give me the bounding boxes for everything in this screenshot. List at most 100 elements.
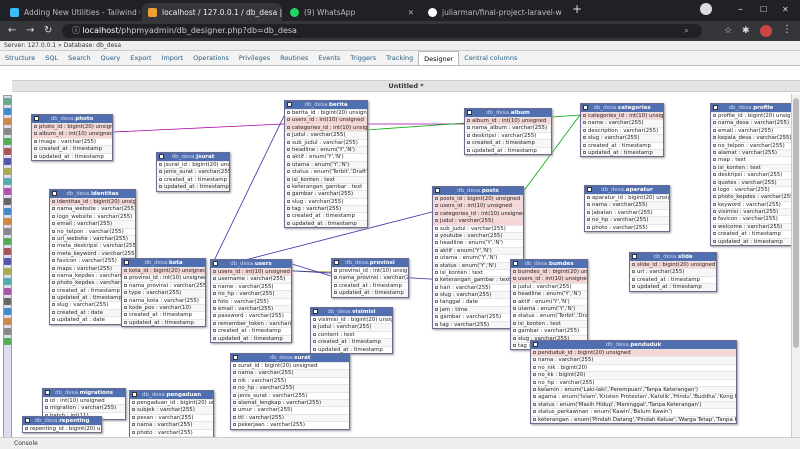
table-column[interactable]: aktif : enum('Y','N') [285,153,367,160]
table-checkbox-icon[interactable] [52,191,57,196]
table-header[interactable]: db_desa.provinsi [332,259,408,267]
back-icon[interactable]: ← [8,24,16,38]
menu-tab-events[interactable]: Events [313,51,345,65]
table-album[interactable]: db_desa.album album_id : int(10) unsigned… [464,108,552,155]
table-column[interactable]: kelamin : enum('Laki-laki','Perempuan','… [531,385,736,394]
table-header[interactable]: db_desa.migrations [43,389,125,397]
table-column[interactable]: kota_id : bigint(20) unsigned [122,267,205,275]
table-column[interactable]: album_id : int(10) unsigned [32,130,112,138]
table-checkbox-icon[interactable] [334,260,339,265]
table-column[interactable]: visimisi_id : bigint(20) unsigned [311,316,392,323]
bookmark-star-icon[interactable]: ☆ [724,24,732,38]
designer-tool-icon[interactable] [4,288,11,295]
menu-tab-operations[interactable]: Operations [188,51,234,65]
table-column[interactable]: nama : varchar(255) [585,201,669,209]
table-column[interactable]: profile_id : bigint(20) unsigned [711,112,791,119]
table-column[interactable]: pengaduan_id : bigint(20) unsigned [130,399,213,406]
designer-tool-icon[interactable] [4,108,11,115]
table-column[interactable]: users_id : int(10) unsigned [285,116,367,124]
designer-tool-icon[interactable] [4,298,11,305]
table-column[interactable]: nama_website : varchar(255) [50,205,135,213]
close-icon[interactable]: ✕ [402,8,414,17]
table-visimisi[interactable]: db_desa.visimisi visimisi_id : bigint(20)… [310,307,393,354]
table-column[interactable]: description : varchar(255) [581,126,663,134]
table-slide[interactable]: db_desa.slide slide_id : bigint(20) unsig… [629,252,717,292]
table-column[interactable]: created_at : timestamp [285,212,367,219]
designer-tool-icon[interactable] [4,268,11,275]
table-column[interactable]: jabatan : varchar(255) [585,208,669,216]
table-column[interactable]: name : varchar(255) [211,282,291,290]
designer-tool-icon[interactable] [4,248,11,255]
table-column[interactable]: created_at : timestamp [711,230,791,237]
table-aparatur[interactable]: db_desa.aparatur aparatur_id : bigint(20)… [584,185,670,232]
table-checkbox-icon[interactable] [713,105,718,110]
table-categories[interactable]: db_desa.categories categories_id : int(10… [580,103,664,158]
table-column[interactable]: users_id : int(10) unsigned [433,202,523,210]
table-column[interactable]: image : varchar(255) [32,137,112,145]
table-column[interactable]: created_at : timestamp [211,327,291,334]
table-column[interactable]: headline : enum('Y','N') [511,290,587,298]
table-column[interactable]: updated_at : timestamp [581,148,663,157]
table-column[interactable]: no_nik : bigint(20) [531,363,736,371]
table-column[interactable]: aparatur_id : bigint(20) unsigned [585,194,669,201]
table-checkbox-icon[interactable] [435,188,440,193]
table-column[interactable]: status : enum('Terbit','Draft') [285,168,367,175]
table-column[interactable]: content : text [311,330,392,338]
table-header[interactable]: db_desa.berita [285,101,367,109]
forward-icon[interactable]: → [26,24,34,38]
table-column[interactable]: headline : enum('Y','N') [285,145,367,154]
table-column[interactable]: nama : varchar(255) [130,421,213,429]
designer-tool-icon[interactable] [4,178,11,185]
browser-tab-github[interactable]: juliarman/final-project-laravel-w ✕ [422,3,564,21]
table-photo[interactable]: db_desa.photo photo_id : bigint(20) unsig… [31,114,113,161]
table-column[interactable]: visimisi : varchar(255) [711,208,791,216]
table-berita[interactable]: db_desa.berita berita_id : bigint(20) uns… [284,100,368,229]
table-column[interactable]: updated_at : timestamp [332,289,408,297]
table-column[interactable]: name : varchar(255) [581,119,663,127]
designer-tool-icon[interactable] [4,318,11,325]
table-jsurat[interactable]: db_desa.jsuratjsurat_id : bigint(20) uns… [156,152,230,192]
table-column[interactable]: created_at : timestamp [122,311,205,318]
table-column[interactable]: created_at : timestamp [465,139,551,147]
url-input[interactable]: ⓘ localhost/phpmyadmin/db_designer.php?d… [62,24,702,38]
table-column[interactable]: nama_desa : varchar(255) [711,119,791,127]
designer-tool-icon[interactable] [4,168,11,175]
table-kota[interactable]: db_desa.kota kota_id : bigint(20) unsigne… [121,258,206,328]
table-column[interactable]: nama : varchar(255) [231,369,349,377]
menu-tab-tracking[interactable]: Tracking [381,51,418,65]
table-header[interactable]: db_desa.aparatur [585,186,669,194]
table-header[interactable]: db_desa.posts [433,187,523,195]
table-column[interactable]: logo : varchar(255) [711,185,791,193]
menu-tab-search[interactable]: Search [63,51,95,65]
table-column[interactable]: migration : varchar(255) [43,404,125,412]
table-column[interactable]: photo : varchar(255) [130,428,213,436]
reload-icon[interactable]: ↻ [44,24,52,38]
designer-canvas[interactable]: db_desa.photo photo_id : bigint(20) unsig… [14,94,800,437]
designer-tool-icon[interactable] [4,128,11,135]
menu-tab-privileges[interactable]: Privileges [234,51,275,65]
designer-tool-icon[interactable] [4,328,11,335]
menu-icon[interactable]: ⋮ [782,23,792,37]
user-avatar[interactable] [760,25,772,37]
table-column[interactable]: utama : enum('Y','N') [511,304,587,313]
table-column[interactable]: username : varchar(255) [211,275,291,283]
table-column[interactable]: nik : varchar(255) [231,376,349,384]
table-surat[interactable]: db_desa.surat surat_id : bigint(20) unsig… [230,353,350,430]
table-column[interactable]: password : varchar(255) [211,312,291,319]
designer-tool-icon[interactable] [4,258,11,265]
table-bumdes[interactable]: db_desa.bumdesbumdes_id : bigint(20) uns… [510,259,588,351]
table-column[interactable]: updated_at : timestamp [157,183,229,191]
table-column[interactable]: youtube : varchar(255) [433,231,523,240]
table-column[interactable]: keyword : varchar(255) [711,200,791,208]
table-column[interactable]: photo_id : bigint(20) unsigned [32,123,112,131]
table-column[interactable]: jenis_surat : varchar(255) [157,168,229,176]
maximize-icon[interactable]: ☐ [760,3,767,17]
vertical-scrollbar[interactable] [791,94,800,437]
console-bar[interactable]: Console [0,437,800,449]
table-column[interactable]: agama : enum('Islam','Kristen Protestan'… [531,393,736,400]
table-column[interactable]: keterangan_gambar : text [285,182,367,190]
menu-tab-designer[interactable]: Designer [418,51,460,65]
table-column[interactable]: sub_judul : varchar(255) [285,138,367,146]
designer-tool-icon[interactable] [4,98,11,105]
table-column[interactable]: ttl : varchar(255) [231,413,349,422]
